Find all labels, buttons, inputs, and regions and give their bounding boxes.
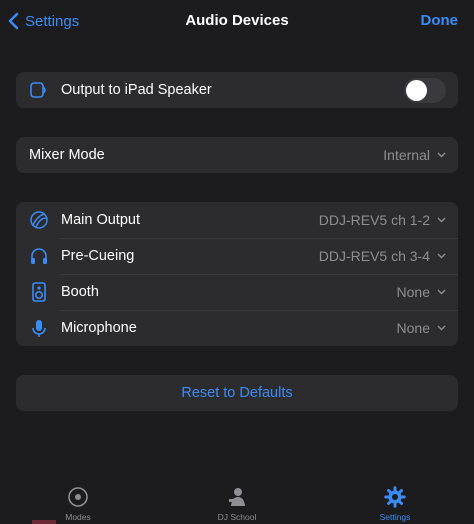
mixer-mode-value: Internal [383, 147, 430, 163]
microphone-icon [28, 317, 50, 339]
tab-bar: Modes DJ School Settings [0, 478, 474, 524]
booth-row[interactable]: Booth None [16, 274, 458, 310]
device-value: DDJ-REV5 ch 3-4 [318, 248, 430, 264]
chevron-down-icon [436, 150, 446, 160]
chevron-down-icon [436, 251, 446, 261]
device-value: None [396, 284, 430, 300]
tab-settings[interactable]: Settings [355, 486, 435, 522]
mixer-mode-row[interactable]: Mixer Mode Internal [16, 137, 458, 173]
device-label: Microphone [61, 320, 137, 336]
main-output-row[interactable]: Main Output DDJ-REV5 ch 1-2 [16, 202, 458, 238]
reset-defaults-button[interactable]: Reset to Defaults [16, 375, 458, 411]
device-value: None [396, 320, 430, 336]
gear-icon [384, 486, 406, 508]
devices-group: Main Output DDJ-REV5 ch 1-2 Pre-Cueing D… [16, 202, 458, 346]
chevron-down-icon [436, 287, 446, 297]
page-title: Audio Devices [185, 12, 289, 29]
output-speaker-toggle[interactable] [404, 77, 446, 103]
output-speaker-row: Output to iPad Speaker [16, 72, 458, 108]
navigation-bar: Settings Audio Devices Done [0, 0, 474, 42]
main-output-icon [28, 209, 50, 231]
corner-artifact [32, 520, 56, 524]
mixer-mode-label: Mixer Mode [29, 147, 105, 163]
toggle-knob [406, 79, 427, 101]
pre-cueing-row[interactable]: Pre-Cueing DDJ-REV5 ch 3-4 [16, 238, 458, 274]
ipad-speaker-icon [28, 79, 50, 101]
chevron-down-icon [436, 215, 446, 225]
tab-label: DJ School [217, 512, 257, 522]
output-speaker-label: Output to iPad Speaker [61, 82, 212, 98]
tab-label: Modes [65, 512, 91, 522]
microphone-row[interactable]: Microphone None [16, 310, 458, 346]
device-label: Pre-Cueing [61, 248, 135, 264]
speaker-icon [28, 281, 50, 303]
mixer-group: Mixer Mode Internal [16, 137, 458, 173]
headphones-icon [28, 245, 50, 267]
done-button[interactable]: Done [421, 12, 459, 29]
tab-label: Settings [379, 512, 411, 522]
chevron-down-icon [436, 323, 446, 333]
device-label: Booth [61, 284, 99, 300]
tab-modes[interactable]: Modes [38, 486, 118, 522]
device-label: Main Output [61, 212, 140, 228]
tab-dj-school[interactable]: DJ School [197, 486, 277, 522]
disc-icon [68, 487, 88, 507]
dj-school-icon [229, 488, 245, 506]
speaker-group: Output to iPad Speaker [16, 72, 458, 108]
device-value: DDJ-REV5 ch 1-2 [318, 212, 430, 228]
